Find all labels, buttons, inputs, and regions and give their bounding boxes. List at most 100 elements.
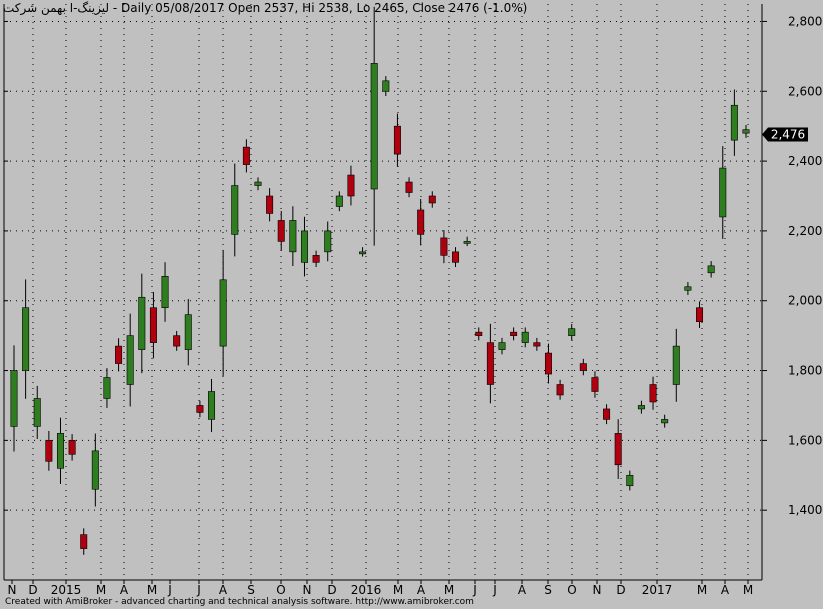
x-tick-label: M — [444, 583, 454, 597]
y-tick-label: 2,000 — [788, 294, 822, 308]
candle-body — [277, 220, 285, 242]
last-price-label: 2,476 — [771, 128, 805, 142]
x-tick-label: A — [219, 583, 228, 597]
x-tick-label: D — [327, 583, 336, 597]
candle-body — [603, 408, 611, 420]
candles — [10, 6, 750, 555]
candle-body — [614, 433, 622, 466]
candle-body — [56, 433, 64, 469]
x-tick-label: 2017 — [642, 583, 673, 597]
y-tick-label: 2,400 — [788, 154, 822, 168]
candle-body — [568, 328, 576, 336]
candle-body — [370, 63, 378, 190]
candle-body — [393, 125, 401, 155]
x-tick-label: S — [544, 583, 552, 597]
x-tick-label: O — [567, 583, 576, 597]
candle-body — [68, 440, 76, 455]
candle-body — [149, 307, 157, 343]
x-tick-label: N — [593, 583, 602, 597]
candle-body — [486, 342, 494, 385]
candle-body — [533, 342, 541, 347]
candle-body — [184, 314, 192, 350]
x-tick-label: S — [247, 583, 255, 597]
candle-body — [521, 331, 529, 343]
candle-body — [324, 230, 332, 253]
candle-body — [103, 377, 111, 399]
candle-body — [719, 167, 727, 218]
candle-body — [475, 331, 483, 336]
x-tick-label: A — [417, 583, 426, 597]
x-tick-label: J — [167, 583, 172, 597]
x-tick-label: N — [8, 583, 17, 597]
candle-body — [463, 241, 471, 244]
candle-body — [405, 181, 413, 193]
x-tick-label: M — [96, 583, 106, 597]
candle-body — [45, 440, 53, 462]
candle-body — [498, 342, 506, 350]
y-tick-label: 1,400 — [788, 503, 822, 517]
candle-body — [672, 345, 680, 385]
candle-body — [196, 405, 204, 413]
y-tick-label: 2,600 — [788, 84, 822, 98]
candle-body — [219, 279, 227, 347]
candle-body — [428, 195, 436, 204]
candle-body — [231, 185, 239, 235]
y-tick-label: 1,800 — [788, 364, 822, 378]
x-tick-label: O — [276, 583, 285, 597]
candle-body — [684, 286, 692, 291]
x-tick-label: J — [492, 583, 497, 597]
candle-body — [289, 220, 297, 253]
candle-body — [126, 335, 134, 385]
candle-body — [696, 307, 704, 322]
x-tick-label: M — [393, 583, 403, 597]
candle-body — [22, 307, 30, 371]
candle-body — [242, 146, 250, 165]
x-tick-label: M — [147, 583, 157, 597]
candle-body — [33, 398, 41, 427]
x-tick-label: A — [120, 583, 129, 597]
candle-body — [359, 251, 367, 255]
candle-body — [591, 377, 599, 392]
x-tick-label: D — [616, 583, 625, 597]
candle-body — [335, 195, 343, 207]
candle-body — [254, 181, 262, 186]
candle-body — [707, 265, 715, 274]
candle-body — [556, 384, 564, 396]
candle-body — [544, 352, 552, 375]
x-tick-label: J — [196, 583, 201, 597]
candle-body — [637, 405, 645, 410]
x-tick-label: 2016 — [351, 583, 382, 597]
y-tick-label: 2,200 — [788, 224, 822, 238]
candle-body — [300, 230, 308, 263]
candle-body — [91, 450, 99, 490]
candle-body — [312, 255, 320, 263]
candle-body — [440, 237, 448, 256]
x-tick-label: A — [518, 583, 527, 597]
candle-body — [417, 209, 425, 235]
x-tick-label: J — [472, 583, 477, 597]
y-tick-label: 1,600 — [788, 433, 822, 447]
candle-body — [742, 129, 750, 134]
candle-body — [510, 331, 518, 336]
footer-credit: Created with AmiBroker - advanced charti… — [5, 597, 474, 607]
x-tick-label: M — [697, 583, 707, 597]
candle-body — [115, 345, 123, 364]
x-tick-label: M — [743, 583, 753, 597]
candle-body — [347, 174, 355, 197]
candle-body — [649, 384, 657, 403]
candle-body — [626, 474, 634, 487]
candle-body — [452, 251, 460, 263]
candle-body — [266, 195, 274, 214]
candle-body — [161, 275, 169, 309]
candle-body — [382, 80, 390, 92]
candle-body — [208, 391, 216, 420]
x-tick-label: N — [303, 583, 312, 597]
candlestick-chart: 1,400 1,600 1,800 2,000 2,200 2,400 2,600 2,800… — [3, 4, 823, 597]
candle-body — [730, 104, 738, 141]
candle-body — [138, 296, 146, 350]
candle-body — [173, 335, 181, 347]
x-tick-label: 2015 — [51, 583, 82, 597]
axis-labels: 1,400 1,600 1,800 2,000 2,200 2,400 2,600 2,800… — [8, 14, 823, 597]
candle-body — [80, 534, 88, 549]
x-tick-label: D — [28, 583, 37, 597]
